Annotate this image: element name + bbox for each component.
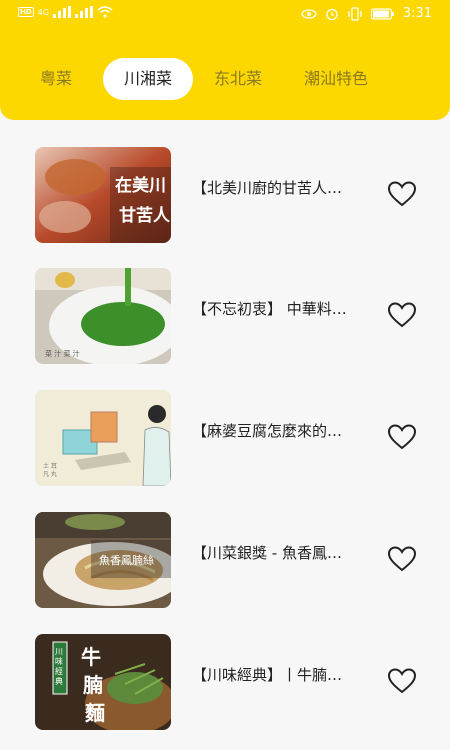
list-item[interactable]: 土 耳 凡 丸 【麻婆豆腐怎麼來的… [0,390,450,490]
list-item[interactable]: 川 味 經 典 牛 腩 麵 【川味經典】丨牛腩… [0,634,450,734]
eye-icon [301,8,317,19]
list-item[interactable]: 在美川 甘苦人 【北美川廚的甘苦人… [0,147,450,247]
thumbnail-image: 菜 汁 菜 汁 [35,268,171,364]
svg-text:菜 汁 菜 汁: 菜 汁 菜 汁 [45,349,80,358]
status-bar: HD 4G 3:31 [0,0,450,30]
video-title[interactable]: 【川菜銀獎 - 魚香鳳… [192,542,382,563]
thumbnail-image: 川 味 經 典 牛 腩 麵 [35,634,171,730]
svg-text:麵: 麵 [84,701,105,725]
status-right: 3:31 [301,6,432,21]
svg-text:魚香鳳腩絲: 魚香鳳腩絲 [99,553,154,567]
svg-text:經: 經 [55,666,63,676]
list-item[interactable]: 菜 汁 菜 汁 【不忘初衷】 中華料… [0,268,450,368]
heart-icon[interactable] [388,302,416,328]
heart-icon[interactable] [388,668,416,694]
heart-icon[interactable] [388,424,416,450]
video-title[interactable]: 【川味經典】丨牛腩… [192,664,382,685]
network-label: 4G [37,7,49,17]
video-thumbnail[interactable]: 魚香鳳腩絲 [35,512,171,608]
battery-icon [370,7,394,20]
list-item[interactable]: 魚香鳳腩絲 【川菜銀獎 - 魚香鳳… [0,512,450,612]
video-thumbnail[interactable]: 在美川 甘苦人 [35,147,171,243]
header: HD 4G 3:31 粤菜 川湘菜 东北菜 潮汕特色 [0,0,450,120]
svg-text:在美川: 在美川 [115,175,166,196]
tab-sichuan-hunan[interactable]: 川湘菜 [103,58,193,100]
svg-text:川: 川 [55,647,63,656]
wifi-icon [97,6,113,18]
video-thumbnail[interactable]: 川 味 經 典 牛 腩 麵 [35,634,171,730]
svg-text:牛: 牛 [81,645,101,669]
signal-icon [52,6,71,18]
clock: 3:31 [402,6,432,21]
svg-text:甘苦人: 甘苦人 [119,205,171,226]
tab-northeast[interactable]: 东北菜 [202,58,274,100]
svg-text:凡 丸: 凡 丸 [43,470,57,478]
video-title[interactable]: 【不忘初衷】 中華料… [192,298,382,319]
heart-icon[interactable] [388,546,416,572]
video-title[interactable]: 【北美川廚的甘苦人… [192,177,382,198]
thumbnail-image: 魚香鳳腩絲 [35,512,171,608]
svg-text:味: 味 [55,656,63,666]
heart-icon[interactable] [388,181,416,207]
video-thumbnail[interactable]: 土 耳 凡 丸 [35,390,171,486]
category-tabs: 粤菜 川湘菜 东北菜 潮汕特色 [0,58,450,100]
svg-text:土 耳: 土 耳 [43,462,57,470]
tab-cantonese[interactable]: 粤菜 [24,58,88,100]
thumbnail-image: 土 耳 凡 丸 [35,390,171,486]
tab-chaoshan[interactable]: 潮汕特色 [288,58,384,100]
signal-icon-2 [74,6,93,18]
hd-badge: HD [18,7,34,17]
alarm-icon [326,8,338,20]
svg-text:典: 典 [55,676,63,686]
thumbnail-image: 在美川 甘苦人 [35,147,171,243]
video-title[interactable]: 【麻婆豆腐怎麼來的… [192,420,382,441]
vibrate-icon [348,6,362,21]
svg-text:腩: 腩 [82,673,103,697]
video-thumbnail[interactable]: 菜 汁 菜 汁 [35,268,171,364]
status-left: HD 4G [18,6,113,18]
